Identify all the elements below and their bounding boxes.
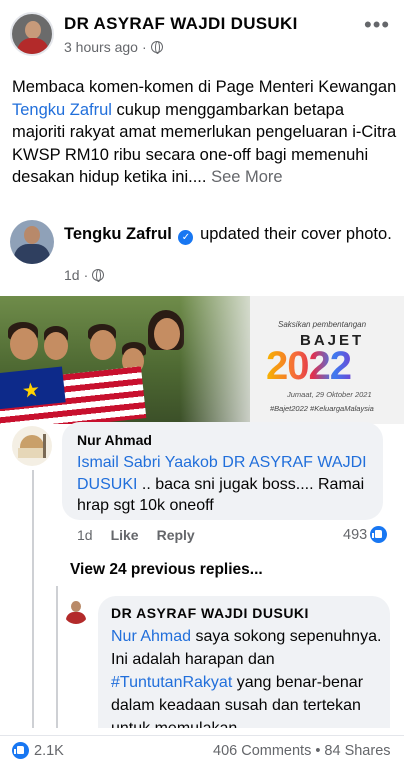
globe-icon (92, 269, 105, 282)
child-face (44, 332, 68, 360)
more-options-icon[interactable]: ••• (364, 12, 390, 38)
footer-divider (0, 735, 404, 736)
post-text: Membaca komen-komen di Page Menteri Kewa… (12, 76, 397, 189)
thread-line (32, 470, 34, 732)
globe-icon (150, 41, 163, 54)
cover-year: 2022 (266, 344, 352, 388)
reply-hashtag[interactable]: #TuntutanRakyat (111, 674, 232, 691)
cover-fade (180, 296, 270, 424)
view-previous-replies[interactable]: View 24 previous replies... (70, 561, 263, 579)
comment-time[interactable]: 1d (77, 527, 93, 543)
child-face (10, 328, 38, 360)
commenter-avatar[interactable] (12, 426, 52, 466)
comment-actions: 1d Like Reply (77, 527, 195, 543)
mosque-base (18, 448, 46, 458)
cover-photo[interactable]: ★ Saksikan pembentangan BAJET 2022 Jumaa… (0, 296, 404, 424)
verified-badge-icon: ✓ (178, 230, 194, 245)
mosque-minaret (43, 434, 46, 458)
author-avatar[interactable] (10, 12, 54, 56)
like-button[interactable]: Like (111, 527, 139, 543)
comments-count[interactable]: 406 Comments (213, 743, 311, 759)
likes-count: 2.1K (34, 742, 64, 759)
post-meta: 3 hours ago · (64, 39, 163, 55)
avatar-head (24, 226, 40, 244)
avatar-head (71, 601, 81, 612)
avatar-body (14, 244, 50, 264)
shared-time[interactable]: 1d (64, 267, 80, 283)
child-face (90, 330, 116, 360)
reply-thread-line (56, 586, 58, 732)
stats-separator: • (315, 743, 321, 759)
avatar-head (25, 21, 41, 39)
see-more-link[interactable]: See More (211, 168, 283, 186)
meta-separator: · (83, 267, 89, 283)
avatar-body (66, 612, 86, 624)
shares-count[interactable]: 84 Shares (324, 743, 390, 759)
avatar-body (17, 38, 49, 54)
shared-author-avatar[interactable] (10, 220, 54, 264)
reaction-count: 493 (343, 526, 368, 543)
reply-text: Nur Ahmad saya sokong sepenuhnya. Ini ad… (111, 625, 383, 740)
reply-author-avatar[interactable] (63, 598, 89, 624)
child-face (154, 318, 180, 350)
mosque-dome (20, 435, 44, 449)
cover-subtitle: Saksikan pembentangan (278, 320, 367, 329)
reply-mention[interactable]: Nur Ahmad (111, 628, 191, 645)
post-stats: 406 Comments • 84 Shares (213, 743, 391, 759)
comment-reactions[interactable]: 493 (343, 526, 388, 543)
post-text-before: Membaca komen-komen di Page Menteri Kewa… (12, 78, 397, 96)
shared-meta: 1d · (64, 267, 105, 283)
meta-separator: · (141, 39, 147, 55)
cover-date: Jumaat, 29 Oktober 2021 (287, 390, 372, 399)
post-mention-link[interactable]: Tengku Zafrul (12, 101, 112, 119)
cover-hashtags: #Bajet2022 #KeluargaMalaysia (270, 404, 374, 413)
comment-mention[interactable]: Ismail Sabri Yaakob (77, 454, 218, 471)
reply-author-name[interactable]: DR ASYRAF WAJDI DUSUKI (111, 605, 309, 621)
post-reactions[interactable]: 2.1K (12, 742, 64, 759)
like-reaction-icon (370, 526, 388, 543)
shared-author-name[interactable]: Tengku Zafrul (64, 225, 172, 243)
shared-action: updated their cover photo. (200, 225, 392, 243)
post-time[interactable]: 3 hours ago (64, 39, 138, 55)
comment-author-name[interactable]: Nur Ahmad (77, 432, 152, 448)
reply-button[interactable]: Reply (157, 527, 195, 543)
post-author-name[interactable]: DR ASYRAF WAJDI DUSUKI (64, 14, 298, 34)
flag-star-icon: ★ (20, 379, 42, 403)
shared-activity-line: Tengku Zafrul ✓ updated their cover phot… (64, 223, 394, 245)
like-reaction-icon (12, 742, 29, 759)
comment-text: Ismail Sabri Yaakob DR ASYRAF WAJDI DUSU… (77, 452, 377, 517)
